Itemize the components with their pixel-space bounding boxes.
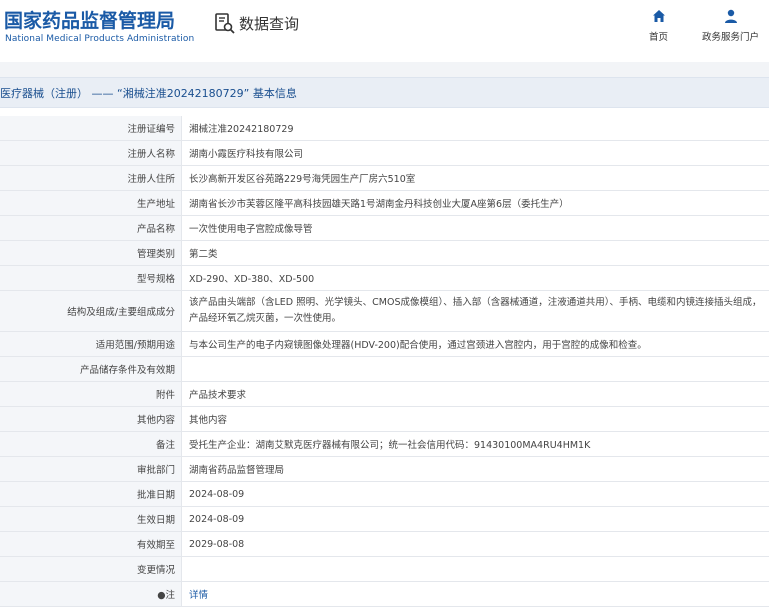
table-row: 注册人名称 湖南小霞医疗科技有限公司 bbox=[0, 141, 769, 166]
field-value: XD-290、XD-380、XD-500 bbox=[189, 274, 315, 285]
site-logo-title[interactable]: 国家药品监督管理局 bbox=[4, 6, 175, 33]
field-label: ●注 bbox=[0, 582, 182, 606]
field-label: 生产地址 bbox=[0, 191, 182, 215]
details-link[interactable]: 详情 bbox=[189, 587, 208, 601]
table-row: 产品储存条件及有效期 bbox=[0, 357, 769, 382]
field-value: 产品技术要求 bbox=[189, 390, 247, 401]
table-row: 批准日期 2024-08-09 bbox=[0, 482, 769, 507]
field-value: 湘械注准20242180729 bbox=[189, 124, 294, 135]
table-row: 生产地址 湖南省长沙市芙蓉区隆平高科技园雄天路1号湖南金丹科技创业大厦A座第6层… bbox=[0, 191, 769, 216]
field-value: 2024-08-09 bbox=[189, 513, 245, 525]
field-value bbox=[182, 557, 769, 581]
nav-home[interactable]: 首页 bbox=[649, 8, 668, 43]
table-row: 注册证编号 湘械注准20242180729 bbox=[0, 116, 769, 141]
data-query-section[interactable]: 数据查询 bbox=[214, 12, 299, 34]
field-value: 第二类 bbox=[189, 249, 218, 260]
table-row: 变更情况 bbox=[0, 557, 769, 582]
field-label: 有效期至 bbox=[0, 532, 182, 556]
field-label: 审批部门 bbox=[0, 457, 182, 481]
home-icon bbox=[652, 10, 665, 22]
nav-home-label: 首页 bbox=[649, 32, 669, 43]
table-row: 注册人住所 长沙高新开发区谷苑路229号海凭园生产厂房六510室 bbox=[0, 166, 769, 191]
detail-table: 注册证编号 湘械注准20242180729 注册人名称 湖南小霞医疗科技有限公司… bbox=[0, 116, 769, 607]
site-header: 国家药品监督管理局 National Medical Products Admi… bbox=[0, 0, 769, 62]
field-label: 备注 bbox=[0, 432, 182, 456]
field-label: 注册人住所 bbox=[0, 166, 182, 190]
user-icon bbox=[724, 9, 737, 23]
details-link-cell: 详情 bbox=[182, 582, 769, 606]
field-value bbox=[182, 357, 769, 381]
table-row: 管理类别 第二类 bbox=[0, 241, 769, 266]
data-query-label: 数据查询 bbox=[239, 14, 300, 33]
field-label: 附件 bbox=[0, 382, 182, 406]
field-value: 湖南省药品监督管理局 bbox=[189, 465, 285, 476]
field-value: 该产品由头端部（含LED 照明、光学镜头、CMOS成像模组）、插入部（含器械通道… bbox=[189, 297, 762, 324]
field-label: 适用范围/预期用途 bbox=[0, 332, 182, 356]
table-row: ●注 详情 bbox=[0, 582, 769, 607]
nav-service-portal-label: 政务服务门户 bbox=[702, 32, 760, 43]
site-logo-subtitle[interactable]: National Medical Products Administration bbox=[5, 34, 194, 44]
field-value: 长沙高新开发区谷苑路229号海凭园生产厂房六510室 bbox=[189, 174, 416, 185]
field-value: 湖南省长沙市芙蓉区隆平高科技园雄天路1号湖南金丹科技创业大厦A座第6层（委托生产… bbox=[189, 199, 569, 210]
table-row: 审批部门 湖南省药品监督管理局 bbox=[0, 457, 769, 482]
field-label: 变更情况 bbox=[0, 557, 182, 581]
field-value: 2024-08-09 bbox=[189, 488, 245, 500]
field-value: 与本公司生产的电子内窥镜图像处理器(HDV-200)配合使用，通过宫颈进入宫腔内… bbox=[189, 340, 647, 351]
field-value: 其他内容 bbox=[189, 415, 228, 426]
field-label: 产品名称 bbox=[0, 216, 182, 240]
table-row: 生效日期 2024-08-09 bbox=[0, 507, 769, 532]
table-row: 备注 受托生产企业：湖南艾默克医疗器械有限公司；统一社会信用代码：9143010… bbox=[0, 432, 769, 457]
field-label: 产品储存条件及有效期 bbox=[0, 357, 182, 381]
field-label: 生效日期 bbox=[0, 507, 182, 531]
field-label: 结构及组成/主要组成成分 bbox=[0, 291, 182, 331]
field-value: 一次性使用电子宫腔成像导管 bbox=[189, 224, 313, 235]
data-search-icon bbox=[215, 13, 235, 34]
field-label: 管理类别 bbox=[0, 241, 182, 265]
table-row: 型号规格 XD-290、XD-380、XD-500 bbox=[0, 266, 769, 291]
table-row: 产品名称 一次性使用电子宫腔成像导管 bbox=[0, 216, 769, 241]
field-value: 受托生产企业：湖南艾默克医疗器械有限公司；统一社会信用代码：91430100MA… bbox=[189, 440, 591, 451]
field-label: 其他内容 bbox=[0, 407, 182, 431]
header-divider-band bbox=[0, 62, 769, 77]
field-value: 湖南小霞医疗科技有限公司 bbox=[189, 149, 304, 160]
nav-service-portal[interactable]: 政务服务门户 bbox=[702, 8, 759, 43]
table-row: 其他内容 其他内容 bbox=[0, 407, 769, 432]
breadcrumb: 医疗器械（注册） —— “湘械注准20242180729” 基本信息 bbox=[0, 87, 297, 100]
breadcrumb-bar: 医疗器械（注册） —— “湘械注准20242180729” 基本信息 bbox=[0, 77, 769, 108]
table-row: 结构及组成/主要组成成分 该产品由头端部（含LED 照明、光学镜头、CMOS成像… bbox=[0, 291, 769, 332]
field-label: 批准日期 bbox=[0, 482, 182, 506]
table-row: 适用范围/预期用途 与本公司生产的电子内窥镜图像处理器(HDV-200)配合使用… bbox=[0, 332, 769, 357]
field-label: 注册人名称 bbox=[0, 141, 182, 165]
field-label: 型号规格 bbox=[0, 266, 182, 290]
field-value: 2029-08-08 bbox=[189, 538, 245, 550]
table-row: 附件 产品技术要求 bbox=[0, 382, 769, 407]
field-label: 注册证编号 bbox=[0, 116, 182, 140]
table-row: 有效期至 2029-08-08 bbox=[0, 532, 769, 557]
